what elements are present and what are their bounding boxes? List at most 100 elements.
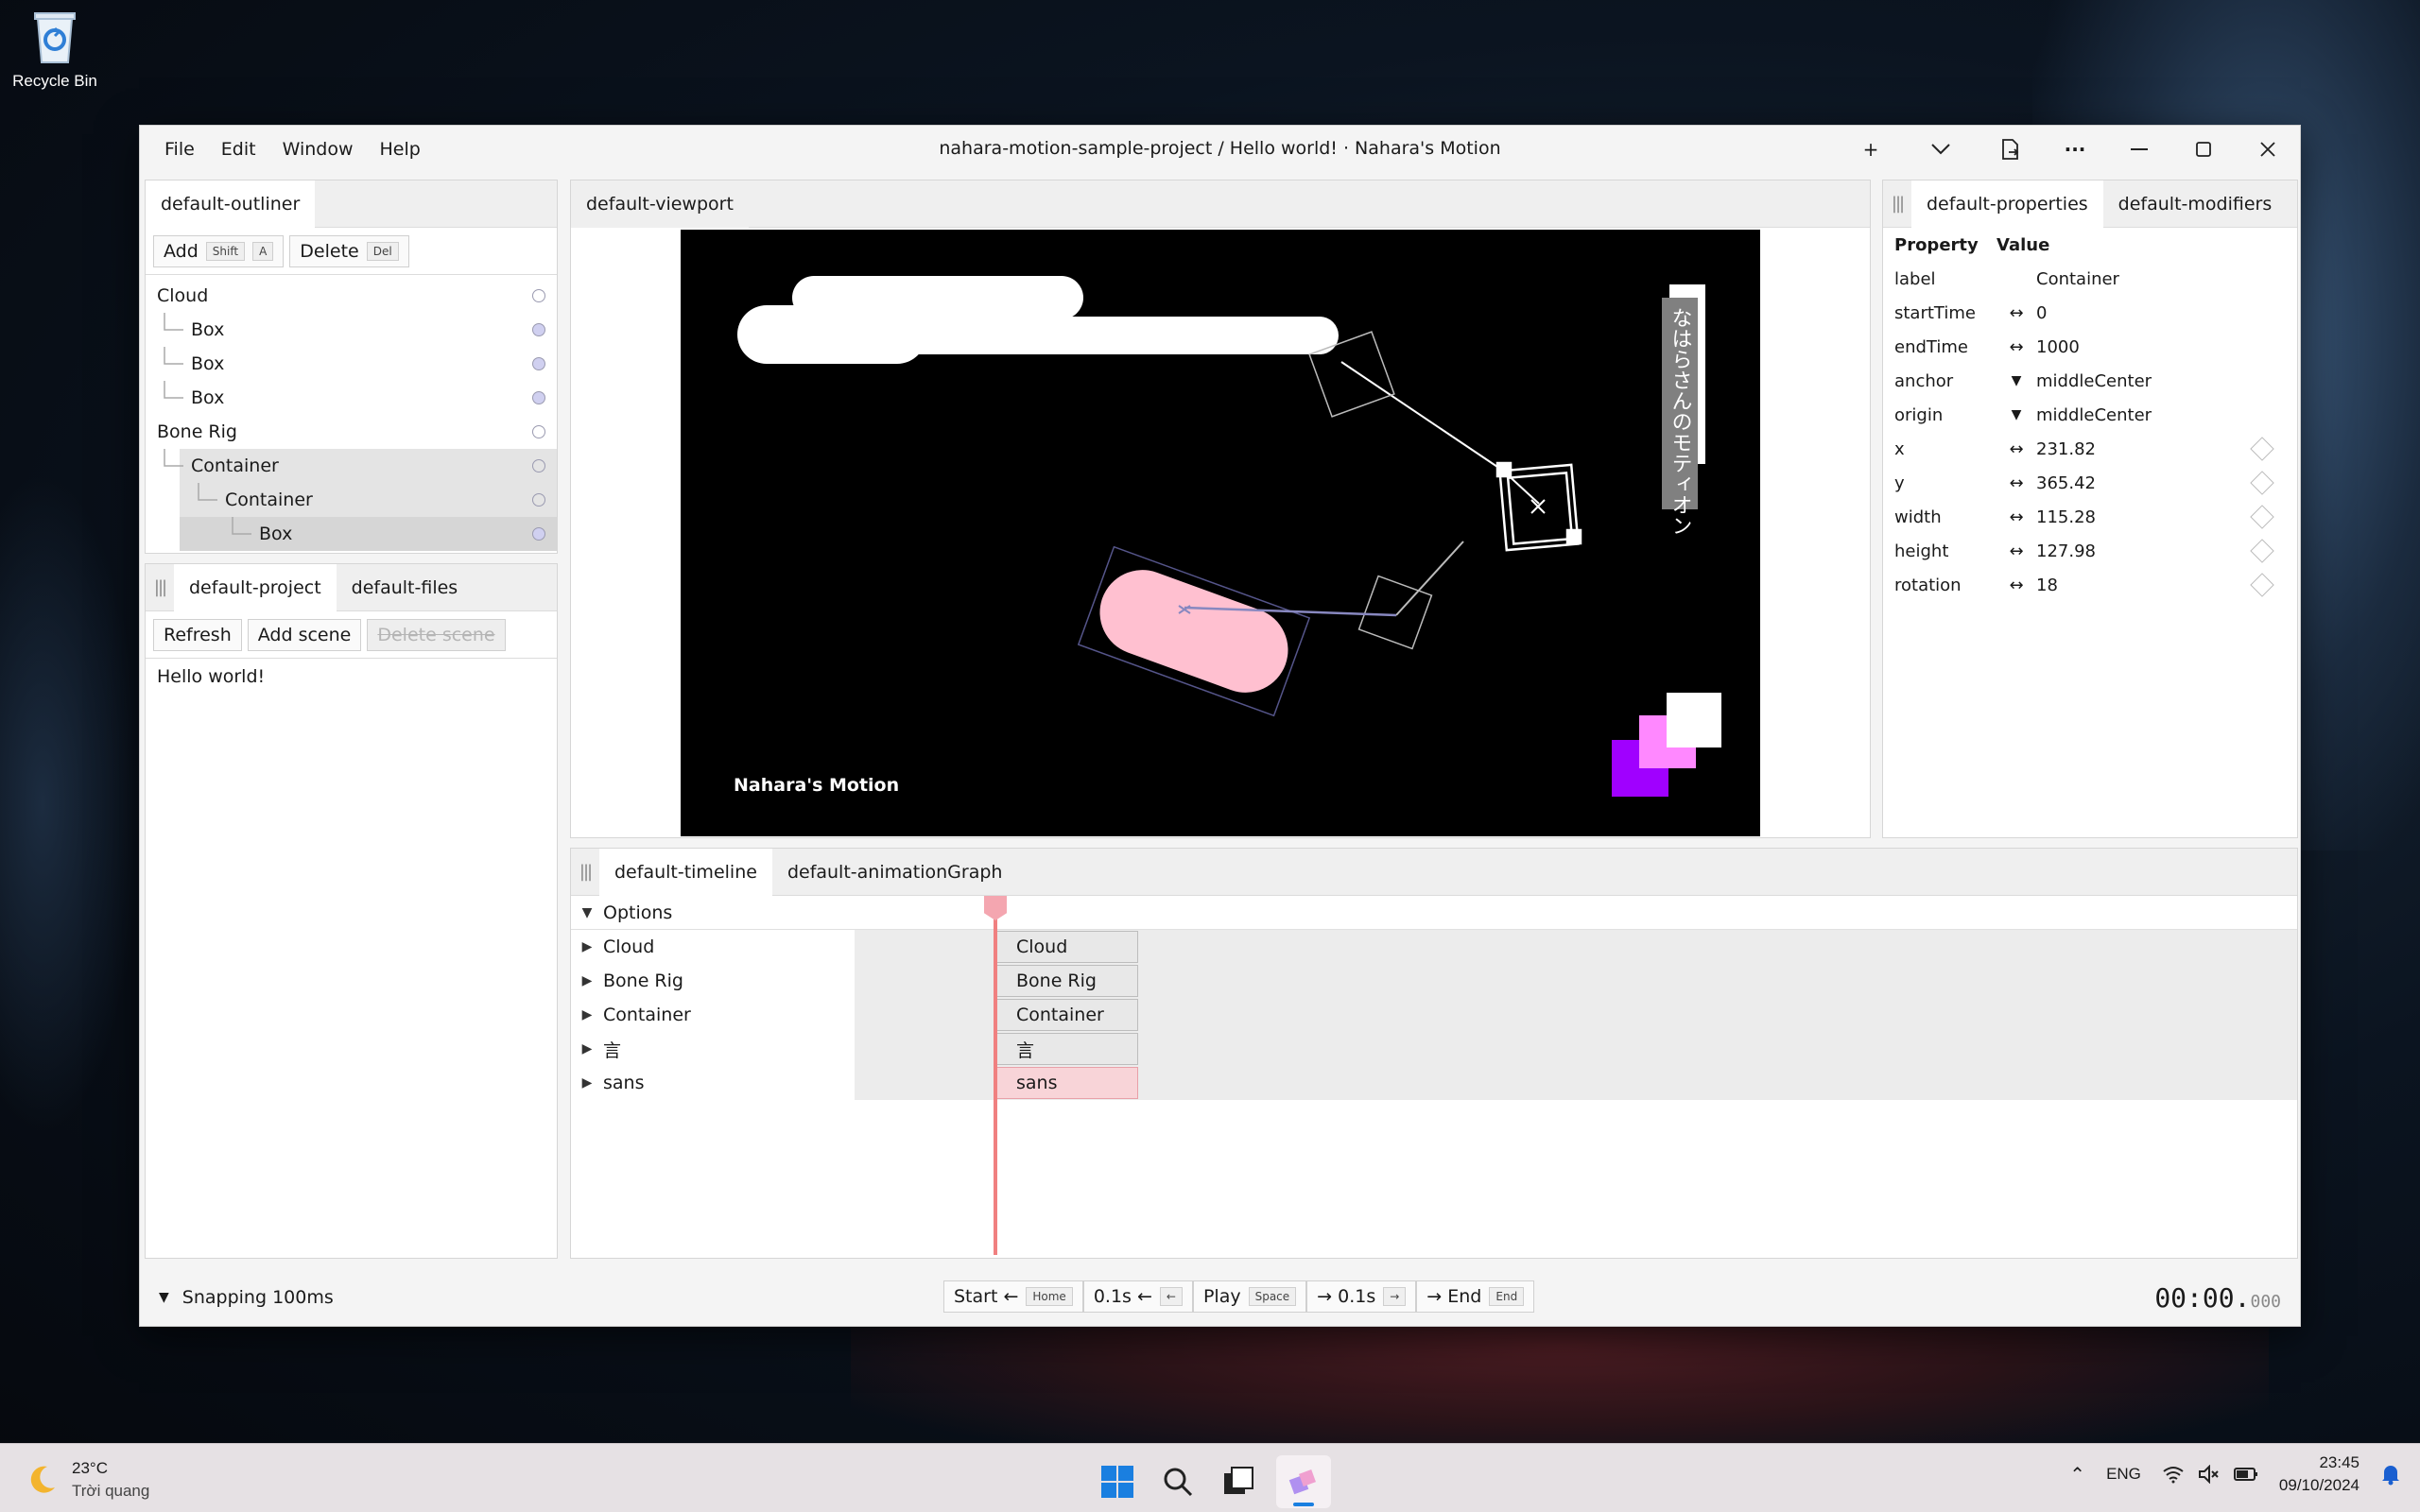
keyframe-diamond-icon[interactable]	[2250, 539, 2274, 563]
drag-arrows-icon[interactable]: ↔	[1996, 507, 2036, 527]
drag-arrows-icon[interactable]: ↔	[1996, 541, 2036, 561]
add-scene-button[interactable]: Add scene	[247, 618, 362, 651]
dropdown-button[interactable]	[1903, 126, 1979, 173]
drag-arrows-icon[interactable]: ↔	[1996, 439, 2036, 459]
visibility-dot-icon[interactable]	[532, 459, 545, 472]
clock[interactable]: 23:45 09/10/2024	[2279, 1452, 2360, 1497]
outliner-item-box[interactable]: Box	[146, 313, 557, 347]
language-indicator[interactable]: ENG	[2106, 1465, 2141, 1484]
outliner-item-bone-rig[interactable]: Bone Rig	[146, 415, 557, 449]
menu-edit[interactable]: Edit	[208, 139, 269, 160]
recycle-bin[interactable]: Recycle Bin	[8, 6, 102, 91]
visibility-dot-icon[interactable]	[532, 391, 545, 404]
property-value[interactable]: 127.98	[2036, 541, 2254, 561]
timeline-clip[interactable]: Bone Rig	[996, 965, 1138, 997]
dropdown-caret-icon[interactable]: ▼	[1996, 373, 2036, 388]
visibility-dot-icon[interactable]	[532, 357, 545, 370]
menu-help[interactable]: Help	[367, 139, 434, 160]
drag-arrows-icon[interactable]: ↔	[1996, 473, 2036, 493]
delete-scene-button[interactable]: Delete scene	[367, 618, 506, 651]
close-button[interactable]	[2236, 126, 2300, 173]
clock-time: 23:45	[2319, 1453, 2360, 1471]
timeline-options-row[interactable]: ▼ Options	[571, 896, 2297, 930]
snapping-toggle[interactable]: ▼ Snapping 100ms	[159, 1287, 334, 1308]
timeline-clip[interactable]: Container	[996, 999, 1138, 1031]
end-button[interactable]: → End End	[1416, 1280, 1535, 1313]
notification-bell-icon[interactable]	[2380, 1463, 2401, 1486]
visibility-dot-icon[interactable]	[532, 323, 545, 336]
property-value[interactable]: middleCenter	[2036, 371, 2297, 391]
tab-project[interactable]: default-project	[174, 563, 337, 611]
start-button[interactable]: Start ← Home	[943, 1280, 1083, 1313]
step-back-button[interactable]: 0.1s ← ←	[1082, 1280, 1193, 1313]
property-key: width	[1894, 507, 1942, 527]
tab-properties[interactable]: default-properties	[1911, 180, 2103, 228]
time-ms: 000	[2250, 1292, 2281, 1312]
viewport-canvas[interactable]: なはらさんのモティオン Nahara's Motion	[681, 230, 1760, 836]
keyframe-diamond-icon[interactable]	[2250, 471, 2274, 495]
keyframe-diamond-icon[interactable]	[2250, 505, 2274, 529]
tab-modifiers[interactable]: default-modifiers	[2103, 180, 2288, 228]
timeline-clip[interactable]: Cloud	[996, 931, 1138, 963]
playhead[interactable]	[994, 896, 997, 1255]
property-value[interactable]: Container	[2036, 269, 2297, 289]
app-nahara-motion[interactable]	[1276, 1455, 1331, 1508]
tab-viewport[interactable]: default-viewport	[571, 180, 749, 228]
minimize-button[interactable]	[2107, 126, 2171, 173]
scene-item[interactable]: Hello world!	[157, 666, 545, 687]
property-value[interactable]: 115.28	[2036, 507, 2254, 527]
chevron-up-icon[interactable]: ⌃	[2069, 1463, 2085, 1486]
more-button[interactable]: ···	[2043, 126, 2107, 173]
timeline-clip[interactable]: 言	[996, 1033, 1138, 1065]
property-value[interactable]: 231.82	[2036, 439, 2254, 459]
drag-handle-icon[interactable]: |||	[146, 564, 174, 611]
property-value[interactable]: 0	[2036, 303, 2297, 323]
maximize-button[interactable]	[2171, 126, 2236, 173]
property-value[interactable]: 18	[2036, 576, 2254, 595]
keyframe-diamond-icon[interactable]	[2250, 437, 2274, 461]
new-tab-button[interactable]: +	[1839, 126, 1903, 173]
drag-handle-icon[interactable]: |||	[1883, 180, 1911, 228]
search-button[interactable]	[1155, 1459, 1201, 1504]
add-button[interactable]: Add Shift A	[153, 234, 285, 267]
drag-handle-icon[interactable]: |||	[571, 849, 599, 896]
delete-button[interactable]: Delete Del	[289, 234, 409, 267]
property-value[interactable]: middleCenter	[2036, 405, 2297, 425]
drag-arrows-icon[interactable]: ↔	[1996, 303, 2036, 323]
start-button[interactable]	[1095, 1459, 1140, 1504]
outliner-item-box[interactable]: Box	[146, 381, 557, 415]
tab-animation-graph[interactable]: default-animationGraph	[772, 849, 1018, 896]
drag-arrows-icon[interactable]: ↔	[1996, 337, 2036, 357]
outliner-item-box-selected[interactable]: Box	[180, 517, 557, 551]
tab-files[interactable]: default-files	[337, 564, 474, 611]
visibility-dot-icon[interactable]	[532, 289, 545, 302]
bone-rig[interactable]	[1308, 331, 1540, 650]
property-value[interactable]: 1000	[2036, 337, 2297, 357]
menu-window[interactable]: Window	[269, 139, 367, 160]
visibility-dot-icon[interactable]	[532, 425, 545, 438]
visibility-dot-icon[interactable]	[532, 493, 545, 507]
tab-outliner[interactable]: default-outliner	[146, 180, 316, 228]
property-value[interactable]: 365.42	[2036, 473, 2254, 493]
tab-timeline[interactable]: default-timeline	[599, 848, 772, 896]
outliner-item-cloud[interactable]: Cloud	[146, 279, 557, 313]
menu-file[interactable]: File	[151, 139, 208, 160]
refresh-button[interactable]: Refresh	[153, 618, 242, 651]
visibility-dot-icon[interactable]	[532, 527, 545, 541]
timeline-clip-selected[interactable]: sans	[996, 1067, 1138, 1099]
selected-container[interactable]	[1495, 461, 1582, 552]
capsule-shape[interactable]	[1077, 545, 1397, 717]
outliner-item-container[interactable]: Container	[180, 483, 557, 517]
task-view-button[interactable]	[1216, 1459, 1261, 1504]
drag-arrows-icon[interactable]: ↔	[1996, 576, 2036, 595]
weather-widget[interactable]: 23°C Trời quang	[25, 1457, 149, 1503]
quick-settings[interactable]	[2162, 1465, 2258, 1484]
outliner-item-container[interactable]: Container	[164, 449, 557, 483]
keyframe-diamond-icon[interactable]	[2250, 573, 2274, 597]
dropdown-caret-icon[interactable]: ▼	[1996, 407, 2036, 422]
cloud-shape[interactable]	[737, 276, 1339, 364]
export-button[interactable]	[1979, 126, 2043, 173]
outliner-item-box[interactable]: Box	[146, 347, 557, 381]
play-button[interactable]: Play Space	[1192, 1280, 1307, 1313]
step-forward-button[interactable]: → 0.1s →	[1306, 1280, 1417, 1313]
